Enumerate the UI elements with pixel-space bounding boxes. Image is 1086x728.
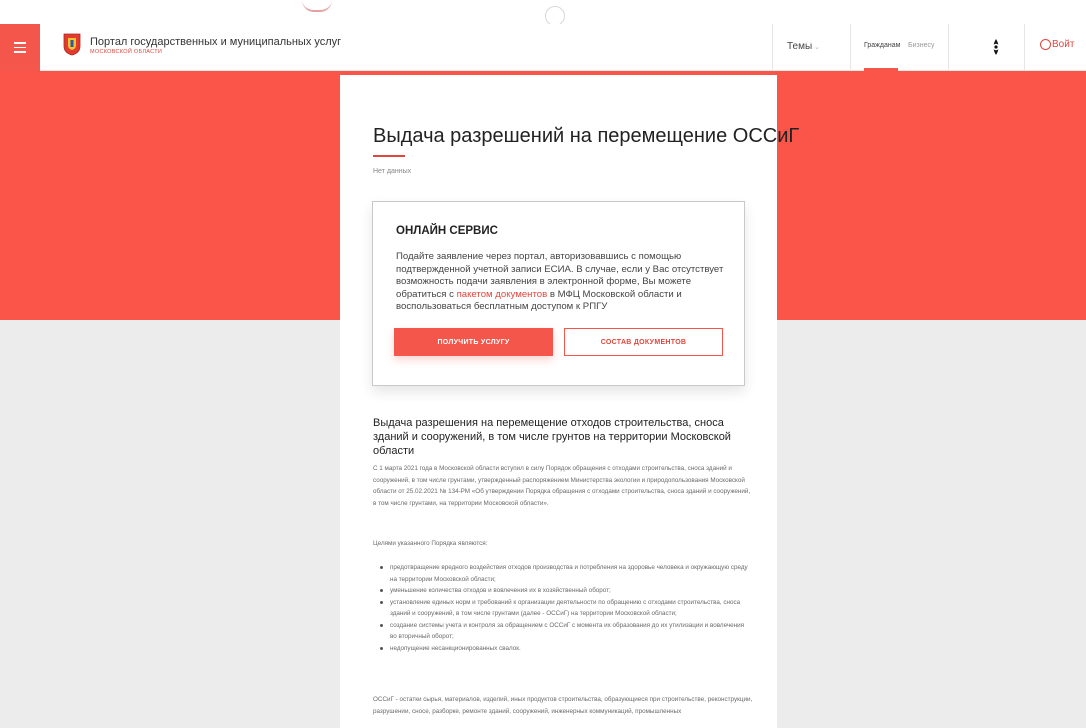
page-title: Выдача разрешений на перемещение ОССиГ [373,125,800,147]
get-service-button[interactable]: ПОЛУЧИТЬ УСЛУГУ [394,328,553,356]
service-heading: ОНЛАЙН СЕРВИС [396,225,498,237]
topics-menu[interactable]: Темы ⌄ [787,41,820,52]
list-item: уменьшение количества отходов и вовлечен… [380,585,750,597]
title-underline [373,155,405,157]
topics-label: Темы [787,41,813,52]
intro-paragraph: С 1 марта 2021 года в Московской области… [373,465,751,507]
documents-list-button[interactable]: СОСТАВ ДОКУМЕНТОВ [564,328,723,356]
list-item: установление единых норм и требований к … [380,597,750,620]
goals-list: предотвращение вредного воздействия отхо… [380,562,750,654]
segment-citizens-tab[interactable]: Гражданам [864,42,900,49]
top-strip [0,0,1086,26]
coat-of-arms-icon[interactable] [62,32,82,56]
faint-logo-icon [302,0,332,12]
burger-line-icon [14,51,26,53]
list-item: создание системы учета и контроля за обр… [380,620,750,643]
list-item: недопущение несанкционированных свалок. [380,643,750,655]
definition-paragraph: ОССиГ - остатки сырья, материалов, издел… [373,696,753,715]
chevron-down-icon: ⌄ [814,44,821,51]
user-icon [1040,39,1051,50]
burger-line-icon [14,42,26,44]
segment-business-tab[interactable]: Бизнесу [908,42,934,49]
header: Портал государственных и муниципальных у… [0,24,1086,71]
divider [1024,24,1025,71]
menu-button[interactable] [0,24,40,71]
login-link[interactable]: Войт [1052,39,1074,50]
goals-paragraph: Целями указанного Порядка являются: [373,540,488,547]
documents-package-link[interactable]: пакетом документов [457,289,548,300]
divider [850,24,851,71]
section-heading: Выдача разрешения на перемещение отходов… [373,417,731,457]
list-item: предотвращение вредного воздействия отхо… [380,562,750,585]
no-data-label: Нет данных [373,168,412,175]
burger-line-icon [14,46,26,49]
portal-title[interactable]: Портал государственных и муниципальных у… [90,36,341,48]
portal-subtitle: МОСКОВСКОЙ ОБЛАСТИ [90,49,163,55]
divider [772,24,773,71]
service-description: Подайте заявление через портал, авторизо… [396,251,741,314]
chevron-down-icon[interactable] [545,6,565,26]
accessibility-eye-icon[interactable] [985,36,1007,58]
divider [948,24,949,71]
